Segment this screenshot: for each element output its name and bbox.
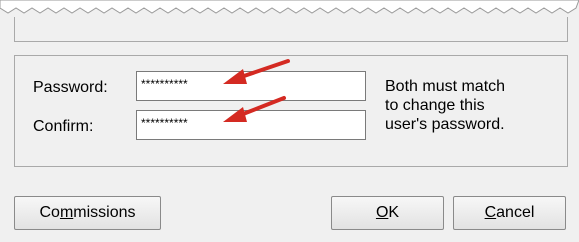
confirm-label: Confirm: (33, 118, 94, 135)
confirm-field[interactable]: ********** (136, 110, 366, 140)
ok-mnemonic: O (375, 204, 389, 221)
cancel-button[interactable]: Cancel (453, 196, 566, 230)
user-dialog: Password: ********** Confirm: **********… (0, 0, 579, 242)
password-label: Password: (33, 79, 108, 96)
upper-section-frame (14, 17, 568, 42)
password-field[interactable]: ********** (136, 71, 366, 101)
password-help-text: Both must match to change this user's pa… (385, 77, 560, 134)
cancel-mnemonic: C (484, 204, 497, 221)
commissions-mnemonic: m (59, 204, 74, 221)
cancel-label-post: ancel (496, 204, 535, 221)
ok-button[interactable]: OK (331, 196, 444, 230)
commissions-button[interactable]: Commissions (14, 196, 161, 230)
ok-label-post: K (388, 204, 400, 221)
help-line-2: to change this (385, 97, 485, 114)
help-line-3: user's password. (385, 116, 505, 133)
commissions-label-pre: Co (39, 204, 60, 221)
commissions-label-post: missions (73, 204, 136, 221)
help-line-1: Both must match (385, 78, 506, 95)
